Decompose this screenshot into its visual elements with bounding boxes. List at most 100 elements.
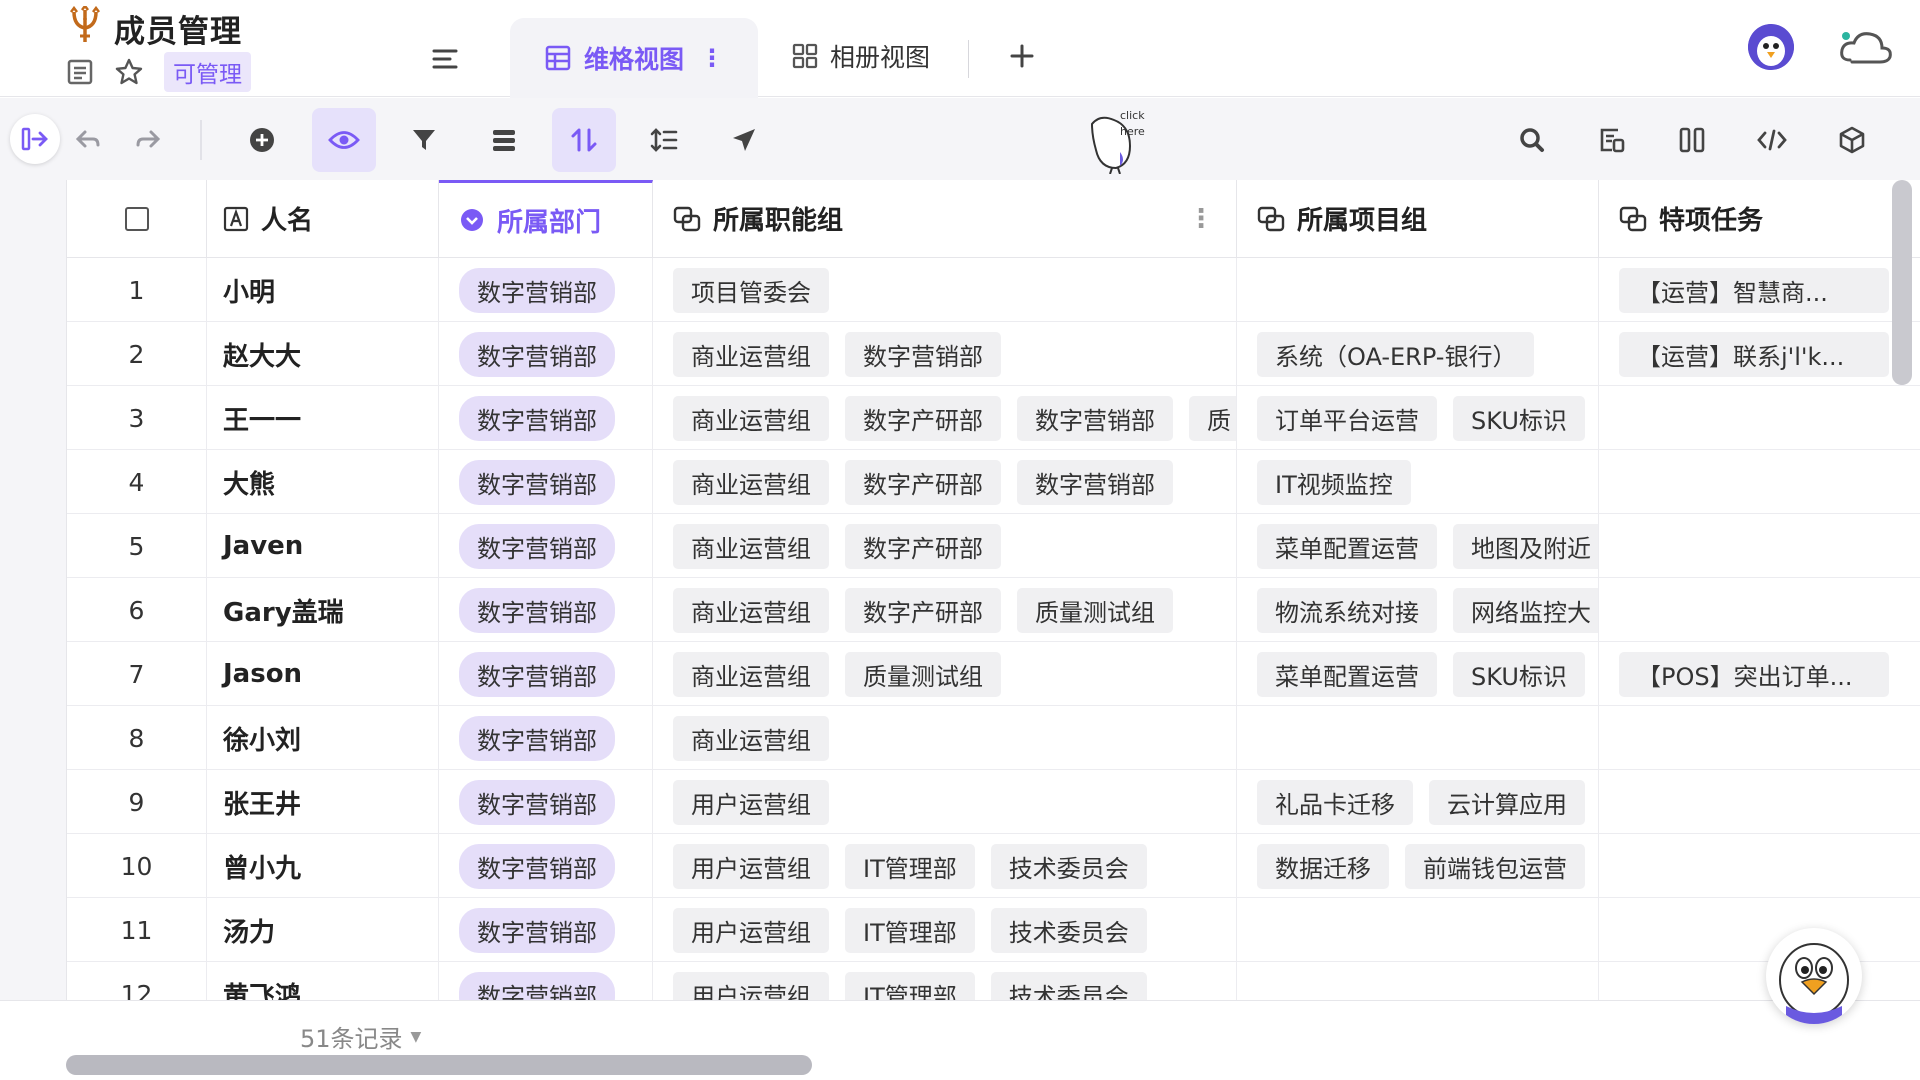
cloud-sync-icon[interactable] [1838, 28, 1894, 68]
dept-cell[interactable]: 数字营销部 [439, 834, 653, 898]
name-cell[interactable]: 小明 [207, 258, 439, 322]
sort-icon[interactable] [552, 108, 616, 172]
table-row[interactable]: 2 赵大大 数字营销部 商业运营组 数字营销部 系统（OA-ERP-银行） 【运营】联系j'… [67, 322, 1920, 386]
form-icon[interactable] [1580, 108, 1644, 172]
columns-icon[interactable] [1660, 108, 1724, 172]
table-row[interactable]: 10 曾小九 数字营销部 用户运营组 IT管理部 技术委员会 数据迁移 前端钱包运营 [67, 834, 1920, 898]
undo-icon[interactable] [56, 108, 120, 172]
table-row[interactable]: 4 大熊 数字营销部 商业运营组 数字产研部 数字营销部 IT视频监控 [67, 450, 1920, 514]
name-cell[interactable]: 曾小九 [207, 834, 439, 898]
dept-cell[interactable]: 数字营销部 [439, 962, 653, 1000]
name-cell[interactable]: 赵大大 [207, 322, 439, 386]
table-row[interactable]: 7 Jason 数字营销部 商业运营组 质量测试组 菜单配置运营 SKU标识 【POS】突出订… [67, 642, 1920, 706]
sidebar-toggle-icon[interactable] [10, 114, 60, 164]
special-task-cell[interactable] [1599, 514, 1920, 578]
record-count[interactable]: 51条记录 ▼ [300, 1019, 421, 1054]
tab-grid-view[interactable]: 维格视图 ⋮ [510, 18, 758, 98]
project-group-cell[interactable]: 菜单配置运营 SKU标识 [1237, 642, 1599, 706]
special-task-cell[interactable] [1599, 706, 1920, 770]
special-task-cell[interactable] [1599, 578, 1920, 642]
dept-cell[interactable]: 数字营销部 [439, 514, 653, 578]
special-task-cell[interactable] [1599, 834, 1920, 898]
table-row[interactable]: 12 黄飞鸿 数字营销部 用户运营组 IT管理部 技术委员会 [67, 962, 1920, 1000]
func-group-cell[interactable]: 用户运营组 IT管理部 技术委员会 [653, 962, 1237, 1000]
project-group-cell[interactable]: 礼品卡迁移 云计算应用 [1237, 770, 1599, 834]
column-header-name[interactable]: 人名 [207, 180, 439, 258]
column-header-func[interactable]: 所属职能组 ⋮ [653, 180, 1237, 258]
dept-cell[interactable]: 数字营销部 [439, 450, 653, 514]
func-group-cell[interactable]: 用户运营组 IT管理部 技术委员会 [653, 898, 1237, 962]
filter-icon[interactable] [392, 108, 456, 172]
name-cell[interactable]: 黄飞鸿 [207, 962, 439, 1000]
table-row[interactable]: 11 汤力 数字营销部 用户运营组 IT管理部 技术委员会 [67, 898, 1920, 962]
more-icon[interactable]: ⋮ [700, 44, 724, 72]
name-cell[interactable]: 王一一 [207, 386, 439, 450]
func-group-cell[interactable]: 商业运营组 [653, 706, 1237, 770]
dept-cell[interactable]: 数字营销部 [439, 322, 653, 386]
special-task-cell[interactable] [1599, 962, 1920, 1000]
func-group-cell[interactable]: 用户运营组 IT管理部 技术委员会 [653, 834, 1237, 898]
plus-icon[interactable] [1004, 38, 1040, 74]
func-group-cell[interactable]: 用户运营组 [653, 770, 1237, 834]
special-task-cell[interactable]: 【运营】联系j'l'k... [1599, 322, 1920, 386]
project-group-cell[interactable] [1237, 898, 1599, 962]
vertical-scrollbar[interactable] [1892, 180, 1912, 385]
name-cell[interactable]: Gary盖瑞 [207, 578, 439, 642]
table-row[interactable]: 3 王一一 数字营销部 商业运营组 数字产研部 数字营销部质订单平台运营 SKU标识 [67, 386, 1920, 450]
func-group-cell[interactable]: 商业运营组 数字产研部 [653, 514, 1237, 578]
table-row[interactable]: 6 Gary盖瑞 数字营销部 商业运营组 数字产研部 质量测试组 物流系统对接 网络监控大 [67, 578, 1920, 642]
table-row[interactable]: 5 Javen 数字营销部 商业运营组 数字产研部 菜单配置运营 地图及附近 [67, 514, 1920, 578]
row-height-icon[interactable] [632, 108, 696, 172]
column-more-icon[interactable]: ⋮ [1188, 204, 1214, 234]
project-group-cell[interactable]: 订单平台运营 SKU标识 [1237, 386, 1599, 450]
func-group-cell[interactable]: 商业运营组 数字营销部 [653, 322, 1237, 386]
share-icon[interactable] [712, 108, 776, 172]
special-task-cell[interactable] [1599, 770, 1920, 834]
api-icon[interactable] [1740, 108, 1804, 172]
project-group-cell[interactable]: 系统（OA-ERP-银行） [1237, 322, 1599, 386]
dept-cell[interactable]: 数字营销部 [439, 386, 653, 450]
project-group-cell[interactable]: 菜单配置运营 地图及附近 [1237, 514, 1599, 578]
column-header-task[interactable]: 特项任务 [1599, 180, 1920, 258]
search-icon[interactable] [1500, 108, 1564, 172]
name-cell[interactable]: 汤力 [207, 898, 439, 962]
widget-icon[interactable] [1820, 108, 1884, 172]
project-group-cell[interactable]: 物流系统对接 网络监控大 [1237, 578, 1599, 642]
project-group-cell[interactable] [1237, 706, 1599, 770]
project-group-cell[interactable] [1237, 258, 1599, 322]
avatar[interactable] [1748, 24, 1794, 70]
add-record-icon[interactable] [230, 108, 294, 172]
dept-cell[interactable]: 数字营销部 [439, 578, 653, 642]
name-cell[interactable]: 张王井 [207, 770, 439, 834]
func-group-cell[interactable]: 商业运营组 数字产研部 数字营销部 [653, 450, 1237, 514]
column-header-dept[interactable]: 所属部门 [439, 180, 653, 258]
project-group-cell[interactable]: IT视频监控 [1237, 450, 1599, 514]
name-cell[interactable]: Jason [207, 642, 439, 706]
dept-cell[interactable]: 数字营销部 [439, 706, 653, 770]
project-group-cell[interactable] [1237, 962, 1599, 1000]
special-task-cell[interactable]: 【POS】突出订单... [1599, 642, 1920, 706]
dept-cell[interactable]: 数字营销部 [439, 898, 653, 962]
hide-fields-icon[interactable] [312, 108, 376, 172]
dept-cell[interactable]: 数字营销部 [439, 258, 653, 322]
table-row[interactable]: 8 徐小刘 数字营销部 商业运营组 [67, 706, 1920, 770]
special-task-cell[interactable] [1599, 450, 1920, 514]
table-row[interactable]: 9 张王井 数字营销部 用户运营组 礼品卡迁移 云计算应用 [67, 770, 1920, 834]
description-icon[interactable] [66, 58, 94, 86]
special-task-cell[interactable]: 【运营】智慧商... [1599, 258, 1920, 322]
menu-icon[interactable] [422, 40, 468, 78]
func-group-cell[interactable]: 商业运营组 数字产研部 数字营销部质 [653, 386, 1237, 450]
func-group-cell[interactable]: 商业运营组 质量测试组 [653, 642, 1237, 706]
dept-cell[interactable]: 数字营销部 [439, 770, 653, 834]
group-icon[interactable] [472, 108, 536, 172]
select-all-checkbox[interactable] [124, 206, 150, 232]
special-task-cell[interactable] [1599, 386, 1920, 450]
func-group-cell[interactable]: 项目管委会 [653, 258, 1237, 322]
special-task-cell[interactable] [1599, 898, 1920, 962]
star-icon[interactable] [114, 57, 144, 87]
name-cell[interactable]: 徐小刘 [207, 706, 439, 770]
redo-icon[interactable] [116, 108, 180, 172]
penguin-assistant-icon[interactable] [1766, 928, 1862, 1024]
table-row[interactable]: 1 小明 数字营销部 项目管委会 【运营】智慧商... [67, 258, 1920, 322]
project-group-cell[interactable]: 数据迁移 前端钱包运营 [1237, 834, 1599, 898]
